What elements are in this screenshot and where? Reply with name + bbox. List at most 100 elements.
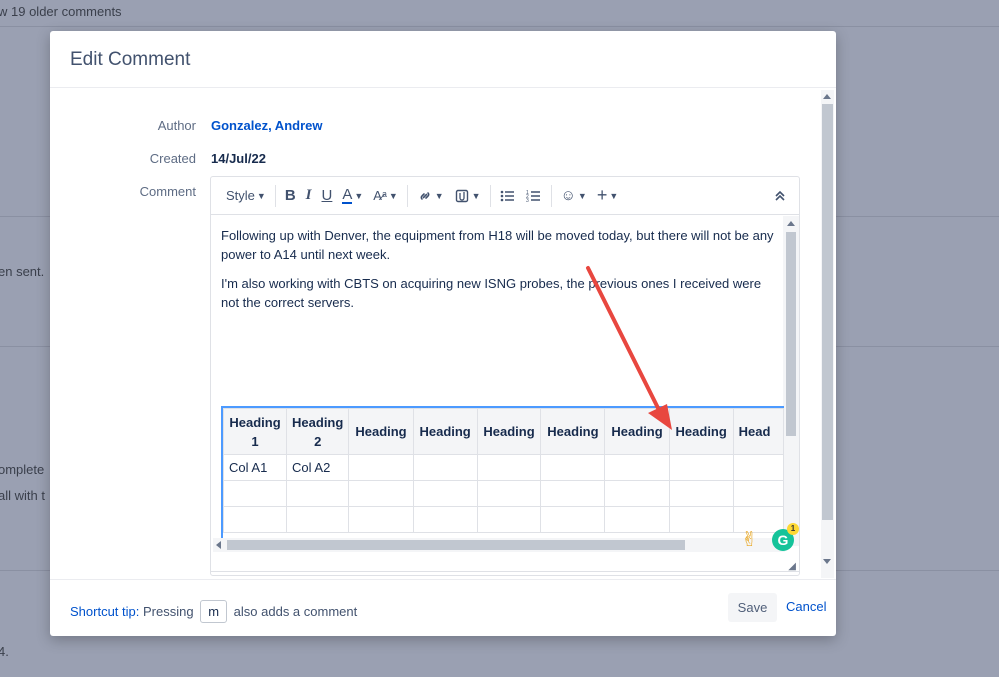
attachment-button[interactable]: ▼	[449, 183, 486, 209]
scroll-thumb[interactable]	[786, 232, 796, 436]
table-cell[interactable]	[541, 455, 605, 481]
svg-text:3: 3	[526, 198, 529, 203]
table-header-row: Heading 1 Heading 2 Heading Heading Head…	[224, 409, 784, 455]
table-cell[interactable]	[413, 455, 477, 481]
table-cell[interactable]	[349, 455, 413, 481]
table-cell[interactable]	[541, 507, 605, 533]
chevron-down-icon: ▼	[435, 191, 444, 201]
background-comment-snippet: 4.	[0, 644, 9, 659]
dialog-header: Edit Comment	[50, 31, 836, 88]
table-horizontal-scrollbar[interactable]	[213, 538, 785, 552]
older-comments-link[interactable]: w 19 older comments	[0, 4, 122, 19]
save-button[interactable]: Save	[728, 593, 777, 622]
author-link[interactable]: Gonzalez, Andrew	[211, 118, 322, 133]
style-dropdown[interactable]: Style▼	[221, 183, 271, 209]
emoji-button[interactable]: ☺▼	[556, 183, 592, 209]
shortcut-tip-text: Pressing	[143, 604, 194, 619]
style-label: Style	[226, 188, 255, 203]
table-cell[interactable]	[605, 507, 669, 533]
shortcut-tip-text: also adds a comment	[234, 604, 358, 619]
table-cell[interactable]	[669, 481, 733, 507]
plus-icon: +	[597, 185, 608, 206]
background-comment-snippet: en sent.	[0, 264, 44, 279]
created-value: 14/Jul/22	[211, 151, 266, 166]
text-color-icon: A	[342, 188, 352, 204]
bullet-list-icon[interactable]	[495, 183, 521, 209]
table-cell[interactable]	[605, 455, 669, 481]
table-cell[interactable]	[413, 481, 477, 507]
scroll-left-icon[interactable]	[216, 541, 221, 549]
resize-handle-icon[interactable]: ◢	[788, 561, 796, 572]
chevron-down-icon: ▼	[472, 191, 481, 201]
table-cell[interactable]	[477, 481, 541, 507]
content-table[interactable]: Heading 1 Heading 2 Heading Heading Head…	[223, 408, 784, 533]
table-header-cell[interactable]: Heading	[349, 409, 413, 455]
table-cell[interactable]	[224, 507, 287, 533]
scroll-up-icon[interactable]	[787, 221, 795, 226]
table-header-cell[interactable]: Heading	[669, 409, 733, 455]
grammarly-badge: 1	[787, 523, 799, 535]
table-row	[224, 481, 784, 507]
dialog-scrollbar[interactable]	[821, 90, 834, 578]
editor-vertical-scrollbar[interactable]	[783, 216, 799, 546]
table-row	[224, 507, 784, 533]
link-icon	[417, 188, 433, 204]
background-comment-snippet: omplete	[0, 462, 44, 477]
edit-comment-dialog: Edit Comment Author Gonzalez, Andrew Cre…	[50, 31, 836, 636]
smiley-icon: ☺	[561, 187, 576, 204]
editor-toolbar: Style▼ B I U A▼ A̷ᵃ▼ ▼ ▼ 123	[211, 177, 799, 215]
table-header-cell[interactable]: Head	[733, 409, 783, 455]
table-cell[interactable]	[605, 481, 669, 507]
scroll-down-icon[interactable]	[823, 559, 831, 564]
table-cell[interactable]	[349, 507, 413, 533]
table-header-cell[interactable]: Heading 2	[287, 409, 349, 455]
scroll-thumb[interactable]	[227, 540, 685, 550]
divider	[0, 26, 999, 27]
table-header-cell[interactable]: Heading	[477, 409, 541, 455]
table-cell[interactable]: Col A2	[287, 455, 349, 481]
table-cell[interactable]	[669, 507, 733, 533]
table-row: Col A1 Col A2	[224, 455, 784, 481]
insert-more-button[interactable]: +▼	[592, 183, 623, 209]
table-cell[interactable]	[541, 481, 605, 507]
comment-editor[interactable]: Style▼ B I U A▼ A̷ᵃ▼ ▼ ▼ 123	[210, 176, 800, 576]
text-format-button[interactable]: A̷ᵃ▼	[368, 183, 402, 209]
table-cell[interactable]	[477, 507, 541, 533]
shortcut-tip-link[interactable]: Shortcut tip:	[70, 604, 139, 619]
chevron-down-icon: ▼	[389, 191, 398, 201]
numbered-list-icon[interactable]: 123	[521, 183, 547, 209]
text-mode-tab[interactable]	[280, 575, 326, 576]
dialog-body: Author Gonzalez, Andrew Created 14/Jul/2…	[50, 88, 836, 578]
collapse-toolbar-icon[interactable]	[769, 183, 791, 209]
table-cell[interactable]	[287, 481, 349, 507]
toolbar-divider	[490, 185, 491, 207]
text-color-button[interactable]: A▼	[337, 183, 368, 209]
table-container[interactable]: Heading 1 Heading 2 Heading Heading Head…	[221, 406, 784, 540]
italic-icon[interactable]: I	[301, 183, 317, 209]
visual-mode-tab[interactable]	[220, 575, 276, 576]
underline-icon[interactable]: U	[317, 183, 338, 209]
table-cell[interactable]	[287, 507, 349, 533]
cancel-button[interactable]: Cancel	[786, 599, 826, 614]
table-cell[interactable]	[733, 455, 783, 481]
table-header-cell[interactable]: Heading 1	[224, 409, 287, 455]
toolbar-divider	[407, 185, 408, 207]
table-header-cell[interactable]: Heading	[413, 409, 477, 455]
table-cell[interactable]	[669, 455, 733, 481]
paragraph: I'm also working with CBTS on acquiring …	[221, 274, 775, 312]
table-header-cell[interactable]: Heading	[541, 409, 605, 455]
table-cell[interactable]: Col A1	[224, 455, 287, 481]
table-cell[interactable]	[413, 507, 477, 533]
attachment-icon	[454, 188, 470, 204]
link-button[interactable]: ▼	[412, 183, 449, 209]
table-cell[interactable]	[349, 481, 413, 507]
bold-icon[interactable]: B	[280, 183, 301, 209]
scroll-up-icon[interactable]	[823, 94, 831, 99]
scroll-thumb[interactable]	[822, 104, 833, 520]
table-cell[interactable]	[477, 455, 541, 481]
table-header-cell[interactable]: Heading	[605, 409, 669, 455]
table-cell[interactable]	[733, 481, 783, 507]
comment-label: Comment	[50, 184, 196, 199]
shortcut-tip: Shortcut tip: Pressing m also adds a com…	[70, 600, 357, 623]
table-cell[interactable]	[224, 481, 287, 507]
